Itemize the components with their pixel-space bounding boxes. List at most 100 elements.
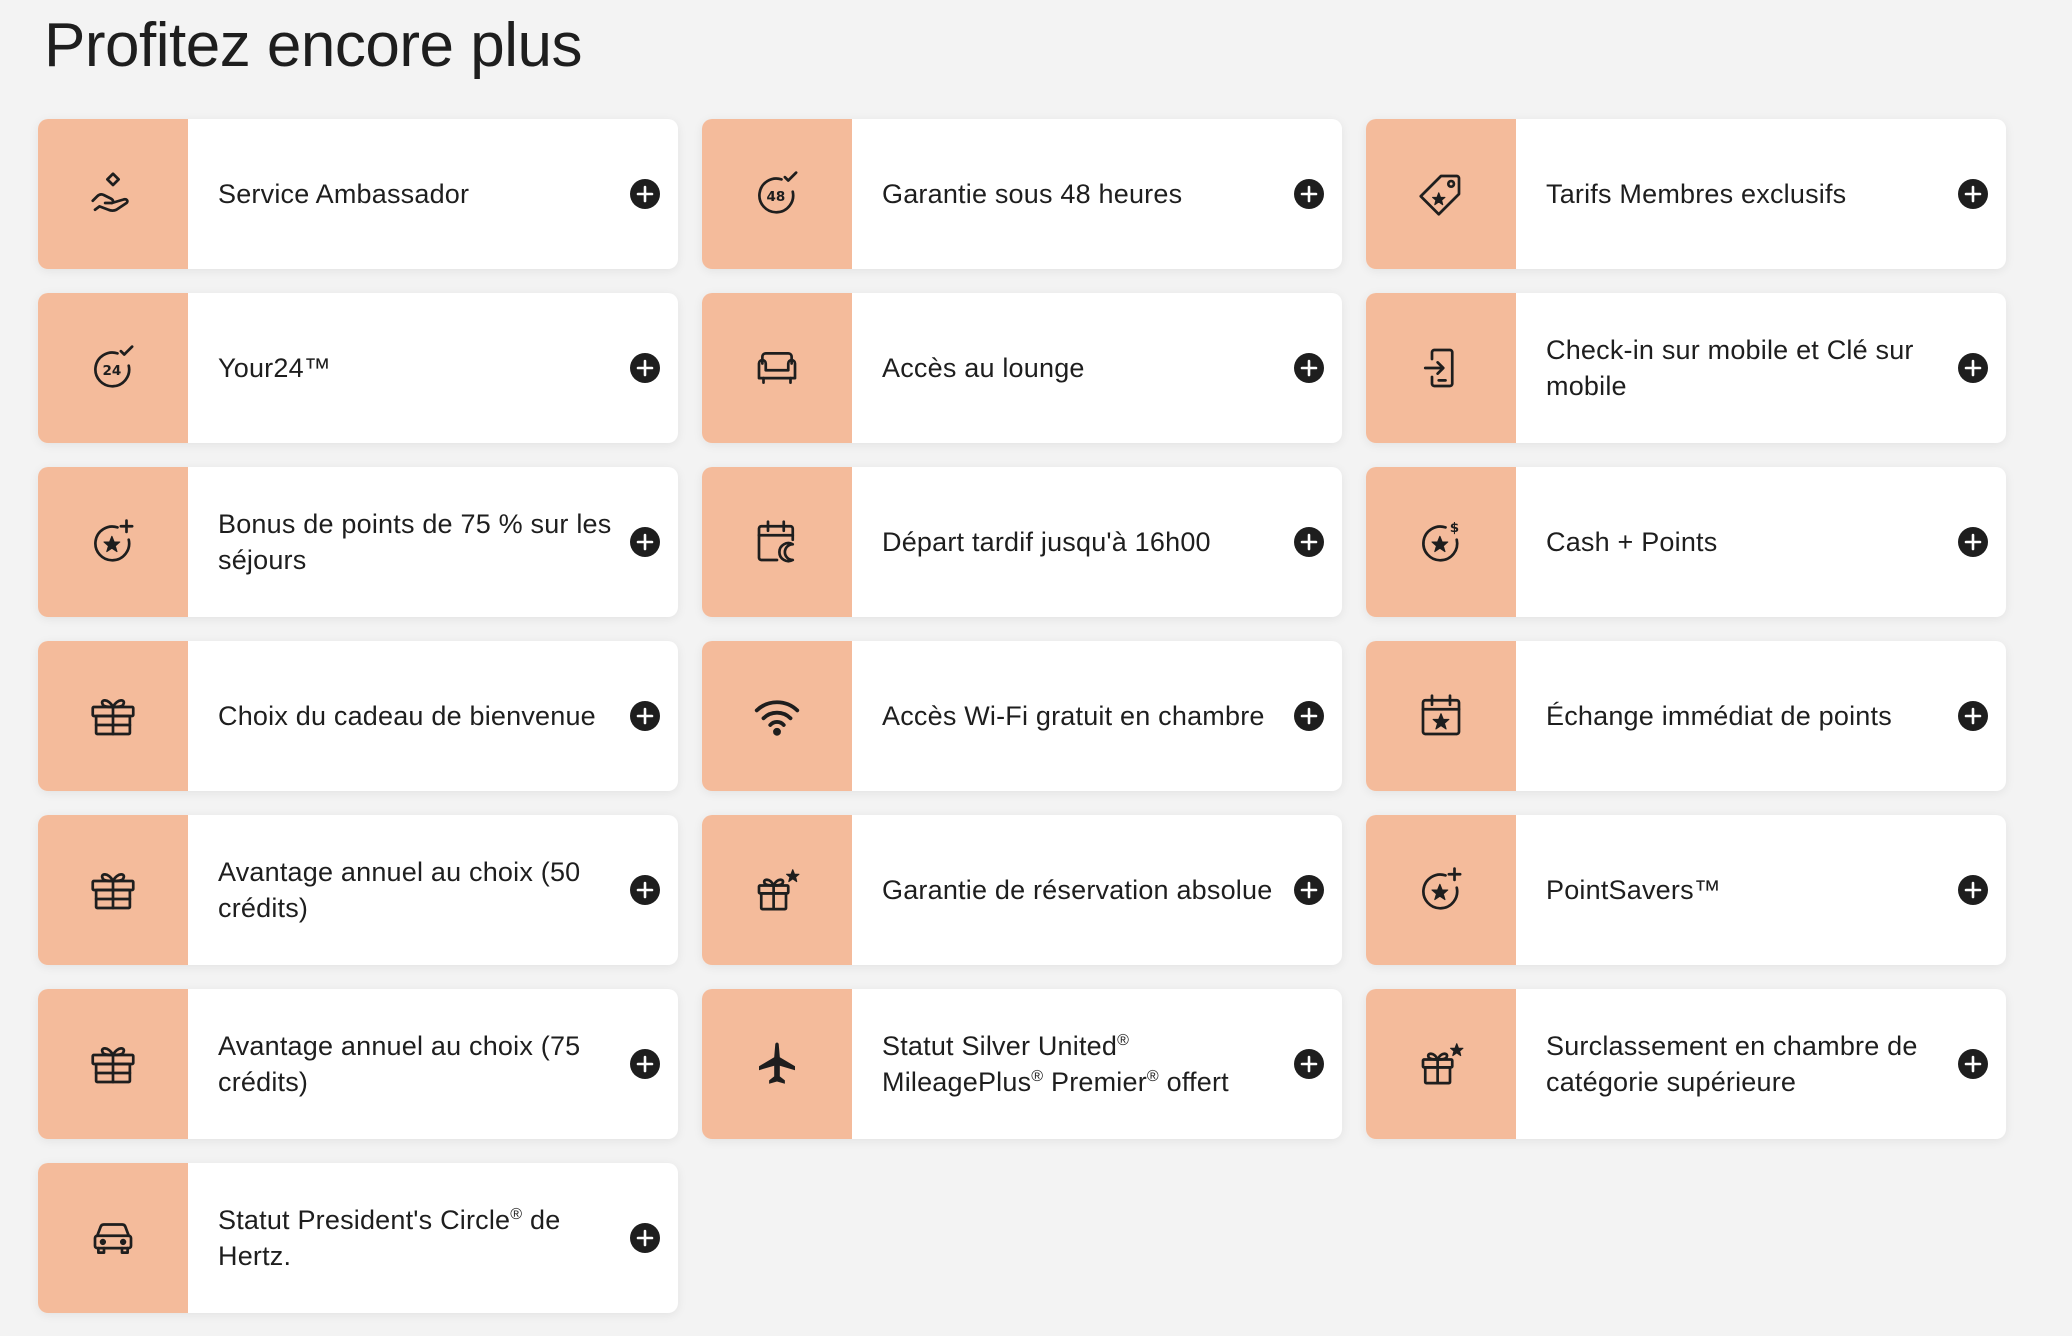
benefit-card-hertz[interactable]: Statut President's Circle® de Hertz. — [38, 1163, 678, 1313]
car-icon — [93, 1223, 133, 1254]
benefit-icon-box — [1366, 293, 1516, 443]
benefit-card-room-upgrade[interactable]: Surclassement en chambre de catégorie su… — [1366, 989, 2006, 1139]
benefit-icon-box: $ — [1366, 467, 1516, 617]
benefit-icon-box — [38, 119, 188, 269]
benefit-icon-box — [1366, 989, 1516, 1139]
expand-plus-icon[interactable] — [1958, 527, 1988, 557]
registered-mark: ® — [1117, 1032, 1130, 1049]
clock-24-check-icon: 24 — [94, 345, 134, 388]
calendar-star-icon — [1421, 694, 1461, 736]
star-dollar-icon: $ — [1422, 520, 1459, 562]
page-title: Profitez encore plus — [44, 11, 582, 80]
benefit-card-mobile-checkin[interactable]: Check-in sur mobile et Clé sur mobile — [1366, 293, 2006, 443]
expand-plus-icon[interactable] — [630, 179, 660, 209]
benefit-card-lounge[interactable]: Accès au lounge — [702, 293, 1342, 443]
benefit-icon-box — [1366, 641, 1516, 791]
svg-text:24: 24 — [102, 363, 121, 379]
benefit-icon-box — [1366, 815, 1516, 965]
benefit-icon-box — [38, 1163, 188, 1313]
benefit-icon-box: 48 — [702, 119, 852, 269]
wifi-icon — [754, 700, 800, 736]
benefits-grid: Service Ambassador 48 Garantie sous 48 h… — [38, 119, 2006, 1313]
clock-48-check-icon: 48 — [758, 171, 798, 214]
benefit-card-garantie-48h[interactable]: 48 Garantie sous 48 heures — [702, 119, 1342, 269]
benefit-card-wifi[interactable]: Accès Wi-Fi gratuit en chambre — [702, 641, 1342, 791]
gift-star-icon — [1421, 1043, 1464, 1085]
hand-diamond-icon — [91, 172, 129, 212]
benefit-label: Avantage annuel au choix (75 crédits) — [218, 1031, 581, 1097]
expand-plus-icon[interactable] — [1294, 353, 1324, 383]
benefit-card-bonus-points[interactable]: Bonus de points de 75 % sur les séjours — [38, 467, 678, 617]
benefit-label-wrap: Accès au lounge — [852, 293, 1342, 443]
benefit-label: Cash + Points — [1546, 527, 1718, 557]
benefit-icon-box — [38, 467, 188, 617]
expand-plus-icon[interactable] — [1958, 1049, 1988, 1079]
benefit-card-tarifs-membres[interactable]: Tarifs Membres exclusifs — [1366, 119, 2006, 269]
benefit-card-instant-redemption[interactable]: Échange immédiat de points — [1366, 641, 2006, 791]
expand-plus-icon[interactable] — [630, 527, 660, 557]
benefit-label: Check-in sur mobile et Clé sur mobile — [1546, 335, 1914, 401]
expand-plus-icon[interactable] — [630, 353, 660, 383]
benefit-label-wrap: Tarifs Membres exclusifs — [1516, 119, 2006, 269]
benefit-label: Échange immédiat de points — [1546, 701, 1892, 731]
expand-plus-icon[interactable] — [1294, 527, 1324, 557]
benefit-label-wrap: Avantage annuel au choix (75 crédits) — [188, 989, 678, 1139]
expand-plus-icon[interactable] — [1294, 179, 1324, 209]
expand-plus-icon[interactable] — [630, 875, 660, 905]
benefit-label-wrap: Choix du cadeau de bienvenue — [188, 641, 678, 791]
label-text: offert — [1158, 1067, 1229, 1097]
expand-plus-icon[interactable] — [1958, 353, 1988, 383]
star-plus-icon — [1422, 867, 1462, 910]
benefit-label-wrap: PointSavers™ — [1516, 815, 2006, 965]
benefit-card-cash-points[interactable]: $ Cash + Points — [1366, 467, 2006, 617]
expand-plus-icon[interactable] — [1294, 875, 1324, 905]
benefit-card-annual-choice-50[interactable]: Avantage annuel au choix (50 crédits) — [38, 815, 678, 965]
expand-plus-icon[interactable] — [1958, 701, 1988, 731]
benefit-icon-box — [702, 293, 852, 443]
benefit-label: Tarifs Membres exclusifs — [1546, 179, 1847, 209]
benefit-label: Your24™ — [218, 353, 331, 383]
airplane-icon — [759, 1042, 795, 1084]
gift-icon — [91, 699, 135, 736]
benefit-label: Avantage annuel au choix (50 crédits) — [218, 857, 581, 923]
expand-plus-icon[interactable] — [1294, 1049, 1324, 1079]
expand-plus-icon[interactable] — [630, 1049, 660, 1079]
benefit-icon-box — [38, 989, 188, 1139]
benefit-label-wrap: Garantie de réservation absolue — [852, 815, 1342, 965]
benefit-card-pointsavers[interactable]: PointSavers™ — [1366, 815, 2006, 965]
benefit-card-service-ambassador[interactable]: Service Ambassador — [38, 119, 678, 269]
benefit-label: Surclassement en chambre de catégorie su… — [1546, 1031, 1918, 1097]
benefit-label-wrap: Échange immédiat de points — [1516, 641, 2006, 791]
benefit-card-booking-guarantee[interactable]: Garantie de réservation absolue — [702, 815, 1342, 965]
benefit-card-united-silver[interactable]: Statut Silver United® MileagePlus® Premi… — [702, 989, 1342, 1139]
benefit-label: Choix du cadeau de bienvenue — [218, 701, 596, 731]
benefit-label-wrap: Service Ambassador — [188, 119, 678, 269]
benefit-label-wrap: Cash + Points — [1516, 467, 2006, 617]
benefit-icon-box — [38, 641, 188, 791]
benefit-card-your24[interactable]: 24 Your24™ — [38, 293, 678, 443]
gift-icon — [91, 873, 135, 910]
page: Profitez encore plus Service Ambassador — [0, 0, 2072, 1336]
benefit-card-annual-choice-75[interactable]: Avantage annuel au choix (75 crédits) — [38, 989, 678, 1139]
sofa-icon — [757, 352, 797, 384]
gift-star-icon — [757, 869, 800, 911]
expand-plus-icon[interactable] — [630, 1223, 660, 1253]
label-text: Statut President's Circle — [218, 1205, 511, 1235]
registered-mark: ® — [1031, 1068, 1044, 1085]
registered-mark: ® — [510, 1206, 523, 1223]
benefit-label: Accès Wi-Fi gratuit en chambre — [882, 701, 1265, 731]
benefit-card-welcome-gift[interactable]: Choix du cadeau de bienvenue — [38, 641, 678, 791]
benefit-icon-box — [702, 467, 852, 617]
svg-text:48: 48 — [766, 189, 785, 205]
expand-plus-icon[interactable] — [630, 701, 660, 731]
gift-icon — [91, 1047, 135, 1084]
benefit-label-wrap: Statut Silver United® MileagePlus® Premi… — [852, 989, 1342, 1139]
mobile-checkin-icon — [1423, 348, 1454, 388]
benefit-label-wrap: Bonus de points de 75 % sur les séjours — [188, 467, 678, 617]
benefit-icon-box — [702, 815, 852, 965]
expand-plus-icon[interactable] — [1958, 179, 1988, 209]
expand-plus-icon[interactable] — [1294, 701, 1324, 731]
expand-plus-icon[interactable] — [1958, 875, 1988, 905]
benefit-card-late-checkout[interactable]: Départ tardif jusqu'à 16h00 — [702, 467, 1342, 617]
benefit-label: Garantie de réservation absolue — [882, 875, 1273, 905]
